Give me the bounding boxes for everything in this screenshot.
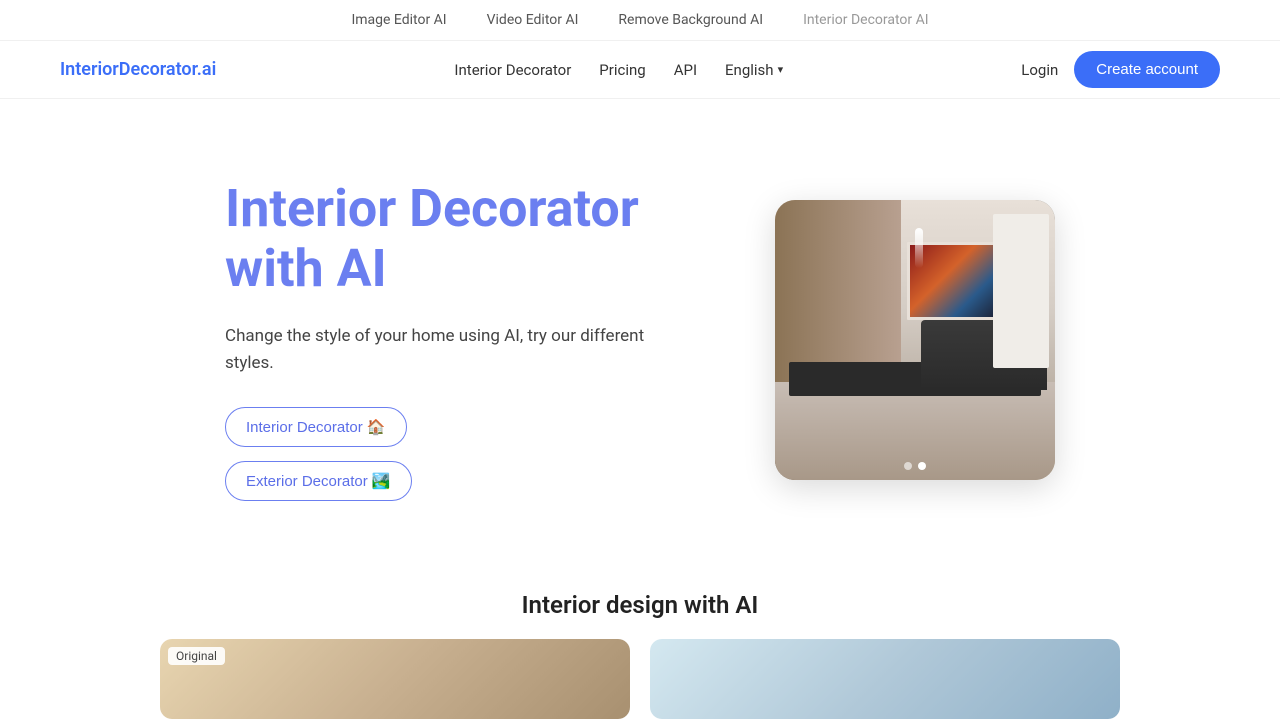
carousel-dots — [904, 462, 926, 470]
hero-subtitle: Change the style of your home using AI, … — [225, 323, 675, 377]
hero-buttons: Interior Decorator 🏠 Exterior Decorator … — [225, 407, 675, 501]
nav-links: Interior Decorator Pricing API English — [454, 61, 783, 79]
top-bar: Image Editor AI Video Editor AI Remove B… — [0, 0, 1280, 41]
section-title-wrap: Interior design with AI — [0, 561, 1280, 639]
topbar-link-video-editor[interactable]: Video Editor AI — [487, 12, 579, 28]
carousel-dot-2[interactable] — [918, 462, 926, 470]
nav-right: Login Create account — [1021, 51, 1220, 88]
carousel-dot-1[interactable] — [904, 462, 912, 470]
room-light — [915, 228, 923, 268]
hero-title: Interior Decorator with AI — [225, 179, 675, 299]
original-badge: Original — [168, 647, 225, 665]
section-title: Interior design with AI — [0, 591, 1280, 619]
preview-original-card: Original — [160, 639, 630, 719]
preview-result-card — [650, 639, 1120, 719]
create-account-button[interactable]: Create account — [1074, 51, 1220, 88]
main-nav: InteriorDecorator.ai Interior Decorator … — [0, 41, 1280, 99]
hero-section: Interior Decorator with AI Change the st… — [0, 99, 1280, 561]
topbar-link-interior-decorator[interactable]: Interior Decorator AI — [803, 12, 929, 28]
bottom-preview: Original — [0, 639, 1280, 719]
login-button[interactable]: Login — [1021, 61, 1058, 79]
topbar-link-image-editor[interactable]: Image Editor AI — [351, 12, 446, 28]
interior-decorator-button[interactable]: Interior Decorator 🏠 — [225, 407, 407, 447]
nav-pricing[interactable]: Pricing — [599, 61, 645, 79]
topbar-link-remove-bg[interactable]: Remove Background AI — [618, 12, 763, 28]
nav-language-dropdown[interactable]: English — [725, 61, 783, 79]
exterior-decorator-button[interactable]: Exterior Decorator 🏞️ — [225, 461, 412, 501]
hero-text: Interior Decorator with AI Change the st… — [225, 179, 675, 501]
nav-api[interactable]: API — [674, 61, 697, 79]
hero-room-image — [775, 200, 1055, 480]
nav-interior-decorator[interactable]: Interior Decorator — [454, 61, 571, 79]
logo[interactable]: InteriorDecorator.ai — [60, 59, 216, 80]
room-bookshelf — [993, 214, 1049, 368]
hero-image-carousel — [775, 200, 1055, 480]
